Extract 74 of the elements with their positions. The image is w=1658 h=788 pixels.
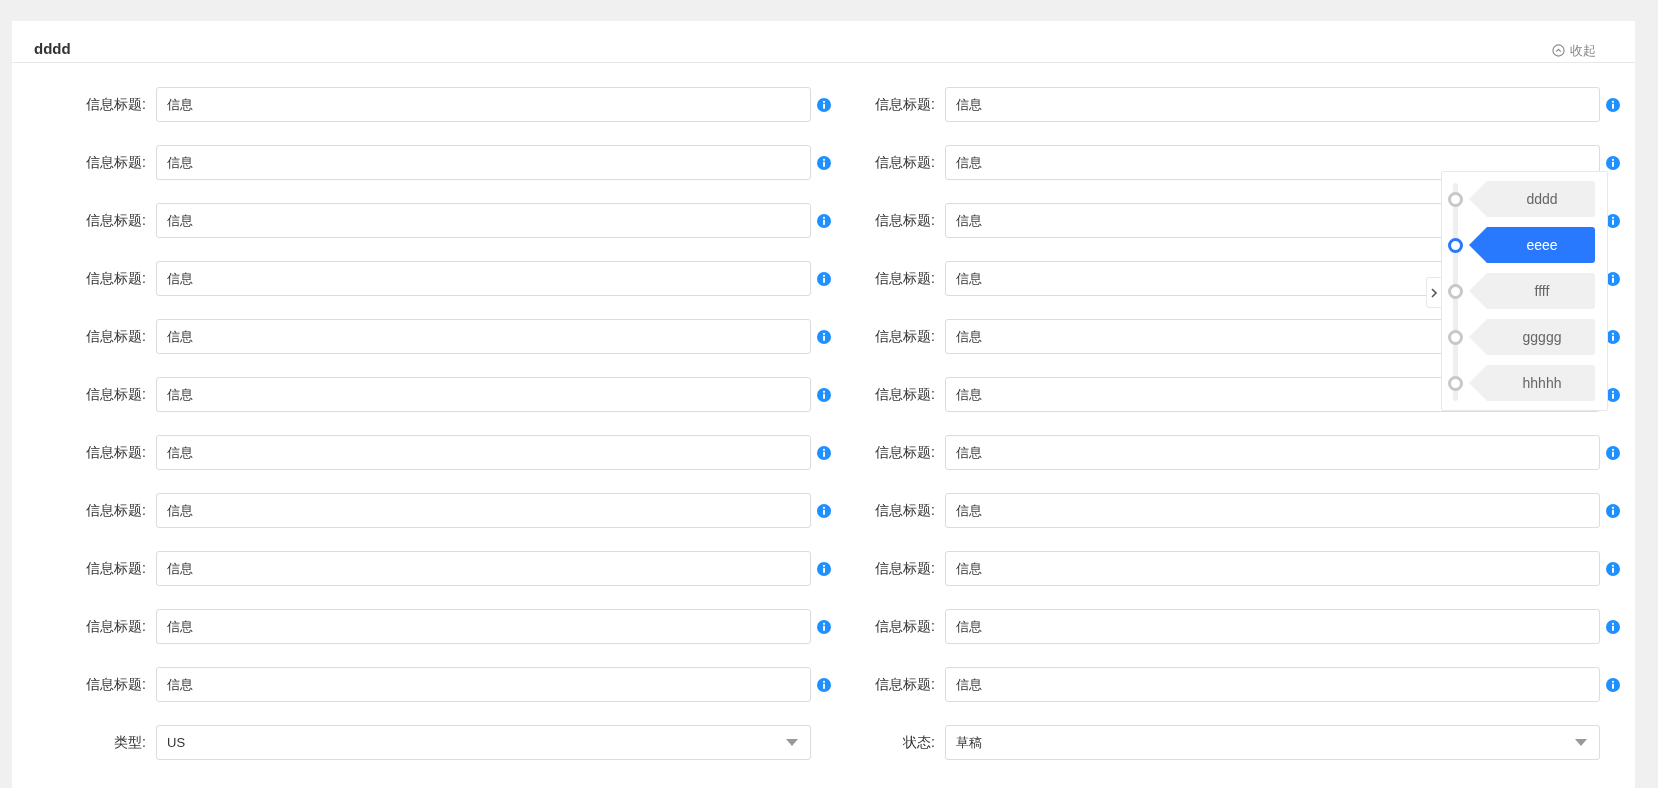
input-field[interactable]: 信息 <box>945 87 1600 122</box>
info-icon <box>1605 97 1620 112</box>
anchor-tag[interactable]: eeee <box>1469 227 1595 263</box>
select-field[interactable]: 草稿 <box>945 725 1600 760</box>
field-label: 信息标题: <box>874 385 936 404</box>
info-icon <box>816 97 831 112</box>
input-field[interactable]: 信息 <box>156 435 811 470</box>
field-label: 信息标题: <box>85 95 147 114</box>
info-icon <box>816 445 831 460</box>
input-field[interactable]: 信息 <box>945 551 1600 586</box>
card-title: dddd <box>34 38 71 59</box>
input-field[interactable]: 信息 <box>156 261 811 296</box>
field-label: 信息标题: <box>85 617 147 636</box>
field-label: 信息标题: <box>874 501 936 520</box>
field-label: 信息标题: <box>85 385 147 404</box>
anchor-tag[interactable]: dddd <box>1469 181 1595 217</box>
field-label: 信息标题: <box>874 153 936 172</box>
field-label: 信息标题: <box>85 327 147 346</box>
anchor-tag[interactable]: ggggg <box>1469 319 1595 355</box>
field-label: 状态: <box>902 733 936 752</box>
field-label: 信息标题: <box>874 269 936 288</box>
field-label: 信息标题: <box>874 443 936 462</box>
field-label: 信息标题: <box>85 153 147 172</box>
info-icon <box>816 329 831 344</box>
field-label: 信息标题: <box>85 211 147 230</box>
input-field[interactable]: 信息 <box>945 435 1600 470</box>
input-field[interactable]: 信息 <box>156 377 811 412</box>
panel-toggle-button[interactable] <box>1426 277 1442 308</box>
field-label: 信息标题: <box>874 559 936 578</box>
field-label: 信息标题: <box>85 501 147 520</box>
select-field[interactable]: US <box>156 725 811 760</box>
field-label: 类型: <box>113 733 147 752</box>
info-icon <box>816 155 831 170</box>
chevron-right-icon <box>1431 287 1438 298</box>
field-label: 信息标题: <box>85 443 147 462</box>
info-icon <box>1605 619 1620 634</box>
input-field[interactable]: 信息 <box>156 87 811 122</box>
field-label: 信息标题: <box>874 95 936 114</box>
field-label: 信息标题: <box>874 617 936 636</box>
input-field[interactable]: 信息 <box>156 551 811 586</box>
info-icon <box>816 271 831 286</box>
info-icon <box>816 677 831 692</box>
collapse-button[interactable]: 收起 <box>1552 40 1596 60</box>
field-label: 信息标题: <box>85 269 147 288</box>
info-icon <box>816 503 831 518</box>
info-icon <box>1605 445 1620 460</box>
input-field[interactable]: 信息 <box>156 493 811 528</box>
info-icon <box>1605 503 1620 518</box>
anchor-tag[interactable]: hhhhh <box>1469 365 1595 401</box>
info-icon <box>816 619 831 634</box>
info-icon <box>816 387 831 402</box>
input-field[interactable]: 信息 <box>156 667 811 702</box>
chevron-up-circle-icon <box>1552 43 1565 57</box>
info-icon <box>1605 677 1620 692</box>
info-icon <box>1605 561 1620 576</box>
input-field[interactable]: 信息 <box>156 203 811 238</box>
input-field[interactable]: 信息 <box>156 609 811 644</box>
input-field[interactable]: 信息 <box>945 609 1600 644</box>
field-label: 信息标题: <box>85 559 147 578</box>
anchor-tag[interactable]: ffff <box>1469 273 1595 309</box>
info-icon <box>816 561 831 576</box>
dropdown-caret-icon <box>1575 739 1587 746</box>
field-label: 信息标题: <box>85 675 147 694</box>
field-label: 信息标题: <box>874 327 936 346</box>
info-icon <box>816 213 831 228</box>
input-field[interactable]: 信息 <box>945 667 1600 702</box>
input-field[interactable]: 信息 <box>945 493 1600 528</box>
input-field[interactable]: 信息 <box>945 145 1600 180</box>
dropdown-caret-icon <box>786 739 798 746</box>
field-label: 信息标题: <box>874 675 936 694</box>
input-field[interactable]: 信息 <box>156 145 811 180</box>
field-label: 信息标题: <box>874 211 936 230</box>
info-icon <box>1605 155 1620 170</box>
input-field[interactable]: 信息 <box>156 319 811 354</box>
